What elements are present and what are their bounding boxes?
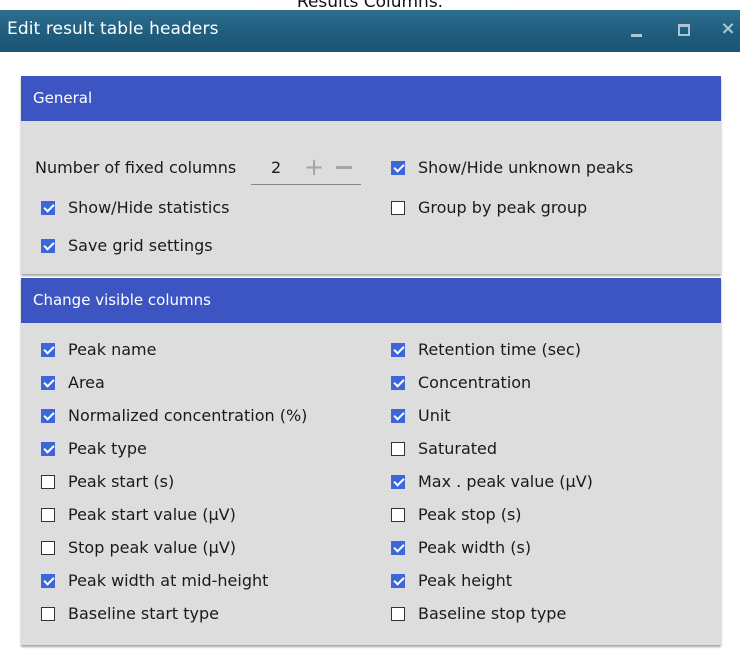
fixed-columns-label: Number of fixed columns xyxy=(35,158,237,177)
option-label: Saturated xyxy=(418,439,498,458)
checkbox-icon[interactable] xyxy=(41,343,55,357)
checkbox-icon[interactable] xyxy=(41,239,55,253)
checkbox-icon[interactable] xyxy=(41,475,55,489)
option-label: Normalized concentration (%) xyxy=(68,406,308,425)
edit-headers-dialog: Edit result table headers × General Numb… xyxy=(0,10,740,657)
checkbox-icon[interactable] xyxy=(41,376,55,390)
checkbox-icon[interactable] xyxy=(41,607,55,621)
option-label: Peak width (s) xyxy=(418,538,532,557)
checkbox-icon[interactable] xyxy=(391,201,405,215)
checkbox-icon[interactable] xyxy=(41,541,55,555)
checkbox-icon[interactable] xyxy=(391,409,405,423)
option-label: Retention time (sec) xyxy=(418,340,581,359)
option-label: Peak height xyxy=(418,571,513,590)
visible-columns-header-label: Change visible columns xyxy=(33,291,211,309)
checkbox-icon[interactable] xyxy=(41,574,55,588)
fixed-columns-value[interactable]: 2 xyxy=(271,158,281,177)
option-label: Baseline start type xyxy=(68,604,220,623)
checkbox-icon[interactable] xyxy=(391,508,405,522)
window-title: Edit result table headers xyxy=(7,19,219,39)
option-label: Max . peak value (µV) xyxy=(418,472,593,491)
visible-columns-panel: Change visible columns Peak name Area No… xyxy=(21,278,721,645)
option-label: Baseline stop type xyxy=(418,604,567,623)
checkbox-icon[interactable] xyxy=(41,508,55,522)
checkbox-icon[interactable] xyxy=(391,475,405,489)
checkbox-icon[interactable] xyxy=(41,409,55,423)
plus-icon[interactable]: + xyxy=(304,153,324,181)
minimize-icon[interactable] xyxy=(622,14,652,44)
general-header-label: General xyxy=(33,89,93,107)
minus-icon[interactable] xyxy=(336,166,352,169)
option-label: Save grid settings xyxy=(68,236,213,255)
close-icon[interactable]: × xyxy=(713,14,740,44)
general-panel-header: General xyxy=(21,76,721,121)
checkbox-icon[interactable] xyxy=(41,442,55,456)
option-label: Unit xyxy=(418,406,451,425)
option-label: Peak width at mid-height xyxy=(68,571,269,590)
checkbox-icon[interactable] xyxy=(391,343,405,357)
maximize-icon[interactable] xyxy=(668,14,698,44)
option-label: Show/Hide unknown peaks xyxy=(418,158,634,177)
fixed-columns-field: 2 + xyxy=(251,153,361,185)
option-label: Peak start value (µV) xyxy=(68,505,236,524)
option-label: Area xyxy=(68,373,105,392)
option-label: Peak name xyxy=(68,340,157,359)
option-label: Concentration xyxy=(418,373,532,392)
checkbox-icon[interactable] xyxy=(391,161,405,175)
checkbox-icon[interactable] xyxy=(391,541,405,555)
visible-columns-header: Change visible columns xyxy=(21,278,721,323)
checkbox-icon[interactable] xyxy=(41,201,55,215)
general-panel: General Number of fixed columns 2 + Show… xyxy=(21,76,721,274)
option-label: Peak stop (s) xyxy=(418,505,522,524)
option-label: Peak start (s) xyxy=(68,472,175,491)
title-bar[interactable]: Edit result table headers × xyxy=(0,10,740,52)
checkbox-icon[interactable] xyxy=(391,574,405,588)
option-label: Group by peak group xyxy=(418,198,588,217)
option-label: Peak type xyxy=(68,439,147,458)
checkbox-icon[interactable] xyxy=(391,607,405,621)
checkbox-icon[interactable] xyxy=(391,376,405,390)
option-label: Stop peak value (µV) xyxy=(68,538,237,557)
checkbox-icon[interactable] xyxy=(391,442,405,456)
option-label: Show/Hide statistics xyxy=(68,198,230,217)
